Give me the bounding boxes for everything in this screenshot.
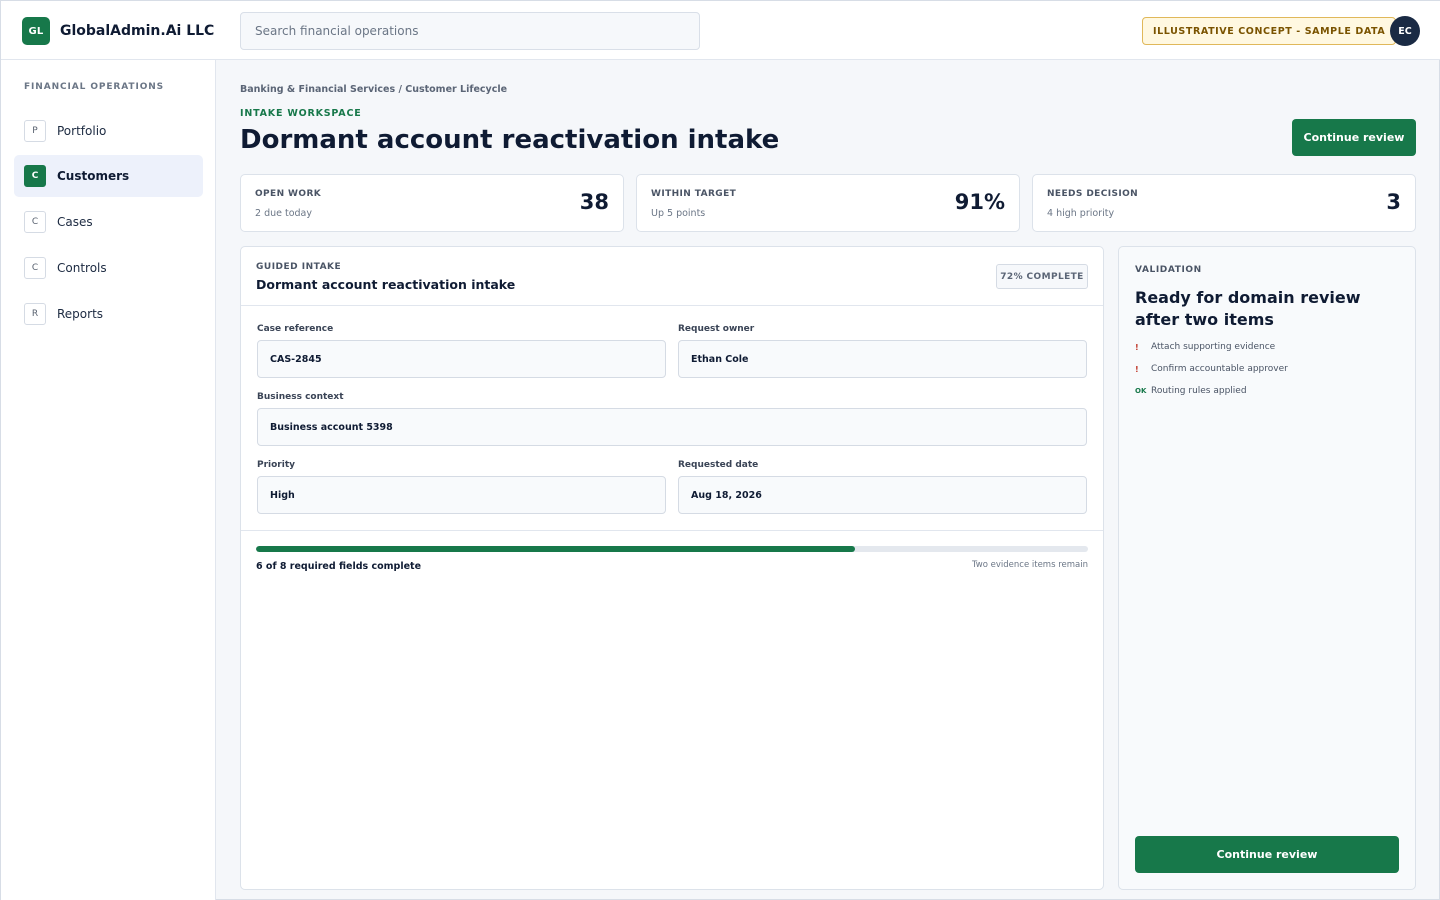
stat-value: 38 <box>579 190 609 214</box>
validation-item: ! Confirm accountable approver <box>1135 364 1288 374</box>
stat-sub: 2 due today <box>255 208 312 219</box>
continue-review-button[interactable]: Continue review <box>1292 119 1416 156</box>
stat-label: NEEDS DECISION <box>1047 189 1139 199</box>
intake-title: Dormant account reactivation intake <box>256 277 516 292</box>
warning-icon: ! <box>1135 364 1139 374</box>
stat-card-open-work: OPEN WORK 2 due today 38 <box>240 174 624 232</box>
priority-field[interactable] <box>257 476 666 514</box>
progress-bar <box>256 546 1088 552</box>
workspace-eyebrow: INTAKE WORKSPACE <box>240 108 362 119</box>
stat-card-within-target: WITHIN TARGET Up 5 points 91% <box>636 174 1020 232</box>
sidebar-item-label: Portfolio <box>57 124 107 138</box>
validation-item: OK Routing rules applied <box>1135 386 1247 396</box>
business-context-field[interactable] <box>257 408 1087 446</box>
validation-item-text: Routing rules applied <box>1151 386 1247 396</box>
page-title: Dormant account reactivation intake <box>240 125 780 155</box>
progress-summary: 6 of 8 required fields complete <box>256 561 422 572</box>
validation-title: Ready for domain review after two items <box>1135 288 1361 329</box>
brand-name: GlobalAdmin.Ai LLC <box>60 23 215 39</box>
intake-eyebrow: GUIDED INTAKE <box>256 262 342 272</box>
business-context-label: Business context <box>257 392 344 402</box>
sidebar-item-label: Reports <box>57 307 104 321</box>
reports-letter-icon: R <box>24 303 46 325</box>
case-reference-field[interactable] <box>257 340 666 378</box>
stat-label: WITHIN TARGET <box>651 189 737 199</box>
stat-value: 91% <box>954 190 1005 214</box>
customers-letter-icon: C <box>24 165 46 187</box>
stat-sub: 4 high priority <box>1047 208 1115 219</box>
stat-label: OPEN WORK <box>255 189 322 199</box>
priority-label: Priority <box>257 460 295 470</box>
request-owner-label: Request owner <box>678 324 755 334</box>
sidebar-item-portfolio[interactable]: P Portfolio <box>14 110 203 152</box>
validation-continue-review-button[interactable]: Continue review <box>1135 836 1399 873</box>
progress-note: Two evidence items remain <box>972 560 1088 570</box>
validation-panel: VALIDATION Ready for domain review after… <box>1118 246 1416 890</box>
requested-date-field[interactable] <box>678 476 1087 514</box>
top-bar: GL GlobalAdmin.Ai LLC ILLUSTRATIVE CONCE… <box>1 1 1440 60</box>
concept-badge: ILLUSTRATIVE CONCEPT - SAMPLE DATA <box>1142 17 1397 45</box>
portfolio-letter-icon: P <box>24 120 46 142</box>
stat-sub: Up 5 points <box>651 208 706 219</box>
sidebar-item-label: Controls <box>57 261 107 275</box>
sidebar-item-label: Customers <box>57 169 130 183</box>
validation-item-text: Attach supporting evidence <box>1151 342 1276 352</box>
brand-logo-icon: GL <box>22 17 50 45</box>
check-ok-icon: OK <box>1135 387 1147 395</box>
warning-icon: ! <box>1135 342 1139 352</box>
sidebar-item-cases[interactable]: C Cases <box>14 201 203 243</box>
validation-item-text: Confirm accountable approver <box>1151 364 1288 374</box>
requested-date-label: Requested date <box>678 460 759 470</box>
intake-panel: GUIDED INTAKE Dormant account reactivati… <box>240 246 1104 890</box>
stat-value: 3 <box>1386 190 1401 214</box>
sidebar-item-label: Cases <box>57 215 93 229</box>
sidebar-heading: FINANCIAL OPERATIONS <box>24 82 165 92</box>
validation-eyebrow: VALIDATION <box>1135 265 1202 275</box>
sidebar-item-reports[interactable]: R Reports <box>14 293 203 335</box>
app-frame: GL GlobalAdmin.Ai LLC ILLUSTRATIVE CONCE… <box>0 0 1440 900</box>
complete-badge: 72% COMPLETE <box>996 264 1088 289</box>
controls-letter-icon: C <box>24 257 46 279</box>
sidebar-item-customers[interactable]: C Customers <box>14 155 203 197</box>
panel-divider <box>241 530 1103 531</box>
sidebar-item-controls[interactable]: C Controls <box>14 247 203 289</box>
validation-item: ! Attach supporting evidence <box>1135 342 1275 352</box>
avatar[interactable]: EC <box>1390 16 1420 46</box>
panel-divider <box>241 305 1103 306</box>
cases-letter-icon: C <box>24 211 46 233</box>
progress-fill <box>256 546 856 552</box>
request-owner-field[interactable] <box>678 340 1087 378</box>
search-input[interactable] <box>240 12 700 50</box>
sidebar: FINANCIAL OPERATIONS P Portfolio C Custo… <box>1 60 216 900</box>
stat-card-needs-decision: NEEDS DECISION 4 high priority 3 <box>1032 174 1416 232</box>
case-reference-label: Case reference <box>257 324 334 334</box>
breadcrumb[interactable]: Banking & Financial Services / Customer … <box>240 84 507 95</box>
brand[interactable]: GL GlobalAdmin.Ai LLC <box>22 17 214 45</box>
